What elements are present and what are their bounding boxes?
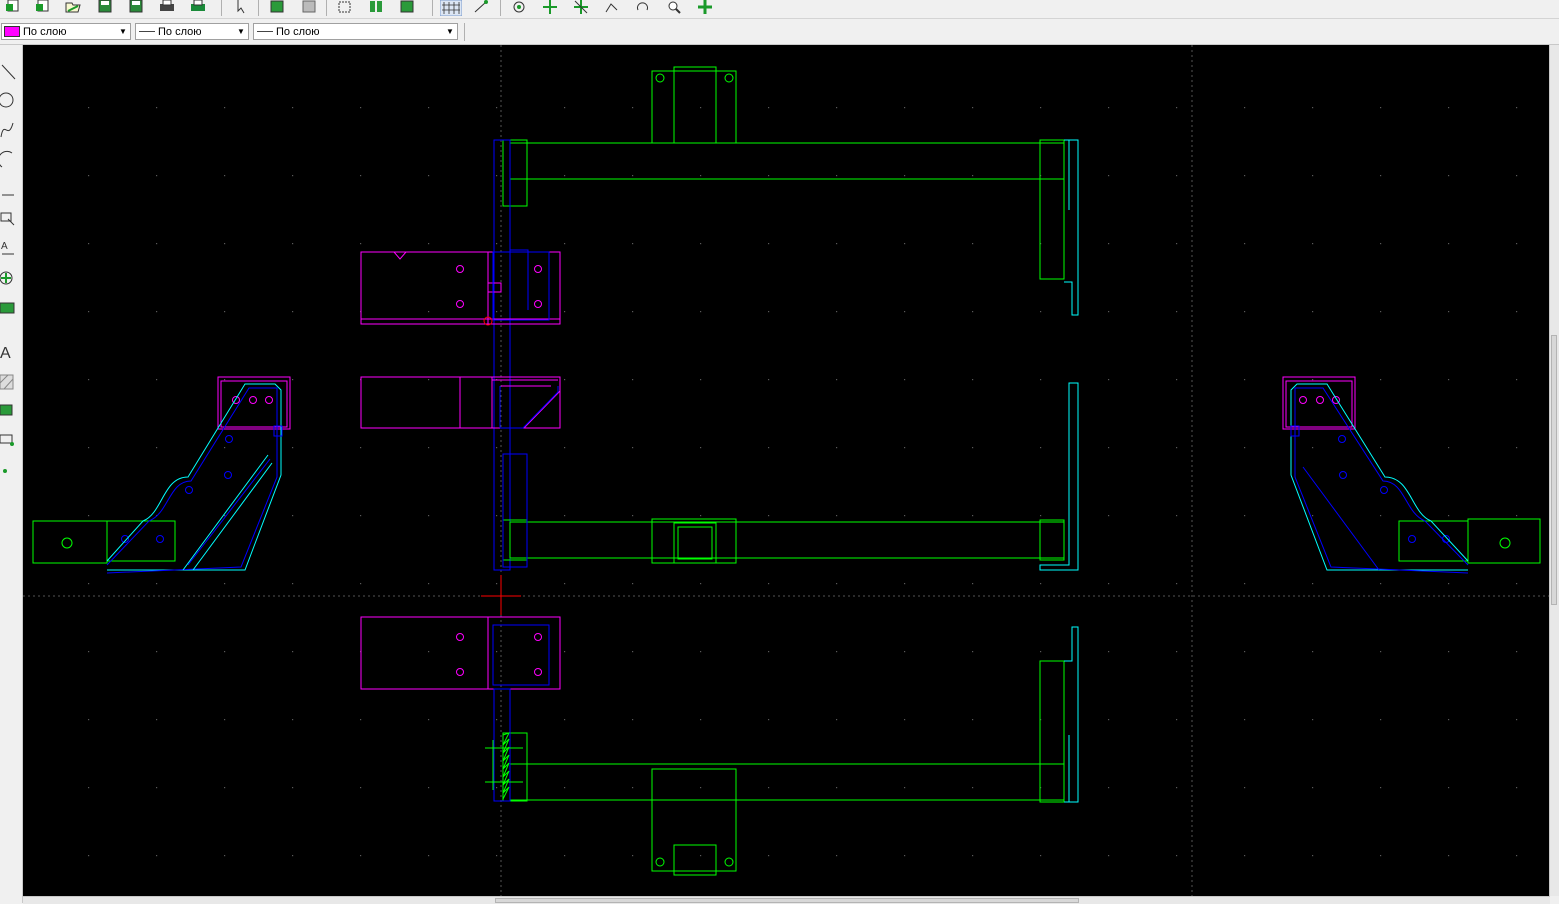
vertical-scrollbar[interactable] — [1549, 45, 1559, 896]
svg-text:A: A — [1, 241, 8, 252]
arc-tool-icon[interactable] — [0, 149, 20, 171]
zoom-icon[interactable] — [665, 0, 683, 14]
line-tool-icon[interactable] — [0, 61, 20, 83]
chevron-down-icon: ▼ — [119, 27, 127, 36]
mtext-tool-icon[interactable]: A — [0, 341, 20, 363]
zoom-window-icon[interactable] — [541, 0, 559, 14]
grid-icon[interactable] — [439, 0, 463, 17]
zoom-previous-icon[interactable] — [603, 0, 621, 14]
chevron-down-icon: ▼ — [446, 27, 454, 36]
select-tool-icon[interactable] — [0, 207, 20, 229]
text-tool-icon[interactable]: A — [0, 237, 20, 259]
zoom-extents-icon[interactable] — [572, 0, 590, 14]
insert-image-icon[interactable] — [398, 0, 416, 14]
print-preview-icon[interactable] — [189, 0, 207, 14]
pan-icon[interactable] — [696, 0, 714, 14]
polyline-tool-icon[interactable] — [0, 179, 20, 201]
image-tool-icon[interactable] — [0, 399, 20, 421]
lineweight-combo[interactable]: По слою ▼ — [253, 23, 458, 40]
grid-dots — [23, 45, 1550, 896]
point-tool-icon[interactable] — [0, 459, 20, 481]
new-from-template-icon[interactable] — [34, 0, 52, 14]
draw-tools-palette: A A — [0, 45, 23, 903]
main-toolbar — [0, 0, 1559, 19]
hatch-tool-icon[interactable] — [0, 371, 20, 393]
lineweight-combo-value: По слою — [276, 25, 320, 38]
properties-bar: По слою ▼ По слою ▼ По слою ▼ — [0, 19, 1559, 45]
horizontal-scroll-thumb[interactable] — [495, 898, 1079, 903]
open-icon[interactable] — [64, 0, 82, 14]
paste-icon[interactable] — [300, 0, 318, 14]
svg-text:A: A — [0, 345, 11, 362]
insert-block-icon[interactable] — [367, 0, 385, 14]
lineweight-sample — [257, 31, 273, 32]
redraw-icon[interactable] — [634, 0, 652, 14]
save-icon[interactable] — [96, 0, 114, 14]
save-as-icon[interactable] — [127, 0, 145, 14]
block-tool-icon[interactable] — [0, 429, 20, 451]
snap-icon[interactable] — [472, 0, 490, 14]
copy-icon[interactable] — [268, 0, 286, 14]
color-combo-value: По слою — [23, 25, 67, 38]
linetype-combo-value: По слою — [158, 25, 202, 38]
rotate-icon[interactable] — [510, 0, 528, 14]
color-combo[interactable]: По слою ▼ — [1, 23, 131, 40]
spline-tool-icon[interactable] — [0, 119, 20, 141]
snap-tool-icon[interactable] — [0, 267, 20, 289]
vertical-scroll-thumb[interactable] — [1551, 335, 1557, 605]
drawing-canvas[interactable] — [23, 45, 1550, 896]
color-swatch — [4, 26, 20, 37]
linetype-combo[interactable]: По слою ▼ — [135, 23, 249, 40]
chevron-down-icon: ▼ — [237, 27, 245, 36]
cad-drawing — [23, 45, 1550, 896]
circle-tool-icon[interactable] — [0, 89, 20, 111]
dimension-tool-icon[interactable] — [0, 297, 20, 319]
select-icon[interactable] — [232, 0, 250, 14]
block-icon[interactable] — [336, 0, 354, 14]
print-icon[interactable] — [158, 0, 176, 14]
linetype-sample — [139, 31, 155, 32]
new-icon[interactable] — [4, 0, 22, 14]
